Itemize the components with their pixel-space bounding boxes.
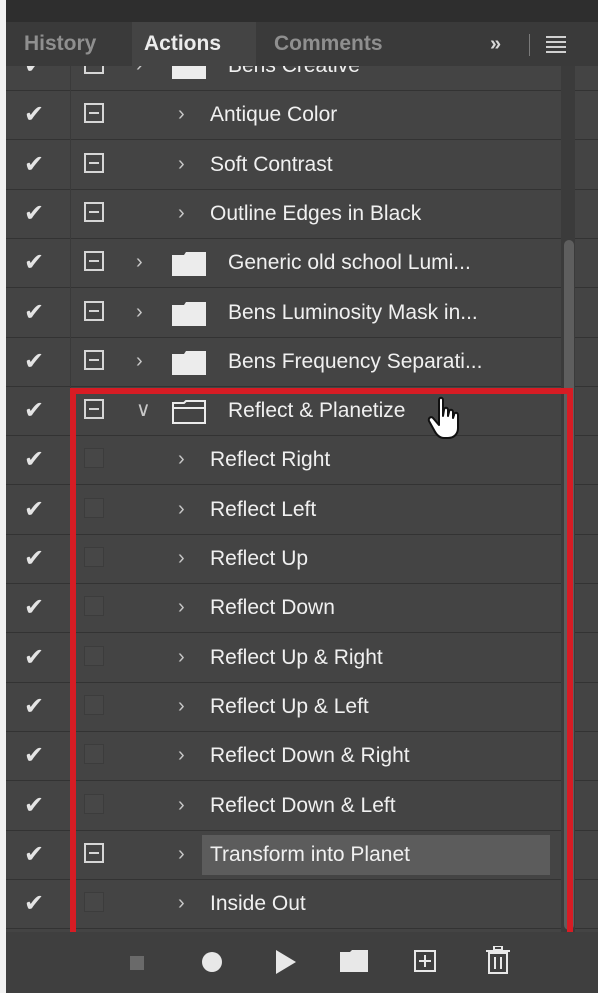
folder-icon	[172, 66, 206, 79]
action-label: Generic old school Lumi...	[228, 251, 471, 275]
check-toggle-icon[interactable]: ✔	[24, 348, 52, 376]
chevron-right-icon[interactable]: ›	[136, 297, 156, 327]
dialog-toggle-icon[interactable]	[84, 251, 104, 272]
check-toggle-icon[interactable]: ✔	[24, 397, 52, 425]
chevron-right-icon[interactable]: ›	[178, 99, 198, 129]
action-set-row[interactable]: ✔ › Bens Luminosity Mask in...	[6, 289, 598, 338]
check-toggle-icon[interactable]: ✔	[24, 545, 52, 573]
play-icon[interactable]	[276, 950, 296, 974]
stop-icon[interactable]	[130, 956, 144, 970]
action-label: Soft Contrast	[210, 152, 333, 176]
folder-icon	[172, 252, 206, 277]
check-toggle-icon[interactable]: ✔	[24, 66, 52, 80]
check-toggle-icon[interactable]: ✔	[24, 200, 52, 228]
chevron-right-icon[interactable]: ›	[136, 247, 156, 277]
check-toggle-icon[interactable]: ✔	[24, 594, 52, 622]
action-label: Bens Frequency Separati...	[228, 349, 483, 373]
check-toggle-icon[interactable]: ✔	[24, 496, 52, 524]
check-toggle-icon[interactable]: ✔	[24, 151, 52, 179]
tabbar-divider	[529, 34, 530, 56]
new-action-icon[interactable]	[414, 950, 436, 972]
delete-trash-icon[interactable]	[486, 946, 510, 974]
action-label: Antique Color	[210, 103, 338, 127]
dialog-toggle-icon[interactable]	[84, 103, 104, 124]
chevron-right-icon[interactable]: ›	[136, 346, 156, 376]
check-toggle-icon[interactable]: ✔	[24, 446, 52, 474]
actions-panel: History Actions Comments » ✔ › Bens Creati…	[6, 0, 598, 993]
dialog-toggle-icon[interactable]	[84, 201, 104, 222]
check-toggle-icon[interactable]: ✔	[24, 742, 52, 770]
tab-history[interactable]: History	[6, 22, 124, 66]
new-set-folder-icon[interactable]	[340, 950, 368, 972]
folder-icon	[172, 301, 206, 326]
double-chevron-right-icon[interactable]: »	[490, 22, 501, 66]
tab-comments[interactable]: Comments	[264, 22, 424, 66]
tab-bar: History Actions Comments »	[6, 22, 598, 66]
check-toggle-icon[interactable]: ✔	[24, 890, 52, 918]
dialog-toggle-icon[interactable]	[84, 349, 104, 370]
chevron-right-icon[interactable]: ›	[178, 198, 198, 228]
action-label: Bens Luminosity Mask in...	[228, 300, 478, 324]
panel-top-band	[6, 0, 598, 22]
check-toggle-icon[interactable]: ✔	[24, 644, 52, 672]
dialog-toggle-icon[interactable]	[84, 300, 104, 321]
hand-cursor-icon	[427, 396, 459, 439]
check-toggle-icon[interactable]: ✔	[24, 841, 52, 869]
check-toggle-icon[interactable]: ✔	[24, 249, 52, 277]
highlight-box	[70, 388, 573, 942]
action-row[interactable]: ✔ › Antique Color	[6, 91, 598, 141]
tab-actions[interactable]: Actions	[132, 22, 256, 66]
hamburger-menu-icon[interactable]	[546, 22, 566, 66]
action-set-row[interactable]: ✔ › Bens Creative	[6, 66, 598, 91]
check-toggle-icon[interactable]: ✔	[24, 299, 52, 327]
action-row[interactable]: ✔ › Soft Contrast	[6, 141, 598, 190]
dialog-toggle-icon[interactable]	[84, 152, 104, 173]
action-set-row[interactable]: ✔ › Bens Frequency Separati...	[6, 338, 598, 387]
dialog-toggle-icon[interactable]	[84, 66, 104, 74]
action-set-row[interactable]: ✔ › Generic old school Lumi...	[6, 239, 598, 289]
action-label: Bens Creative	[228, 66, 556, 90]
action-row[interactable]: ✔ › Outline Edges in Black	[6, 190, 598, 239]
record-icon[interactable]	[202, 952, 222, 972]
check-toggle-icon[interactable]: ✔	[24, 693, 52, 721]
check-toggle-icon[interactable]: ✔	[24, 101, 52, 129]
chevron-right-icon[interactable]: ›	[136, 66, 156, 80]
action-label: Outline Edges in Black	[210, 201, 422, 225]
check-toggle-icon[interactable]: ✔	[24, 792, 52, 820]
bottom-toolbar	[6, 932, 598, 993]
chevron-right-icon[interactable]: ›	[178, 149, 198, 179]
folder-icon	[172, 350, 206, 375]
